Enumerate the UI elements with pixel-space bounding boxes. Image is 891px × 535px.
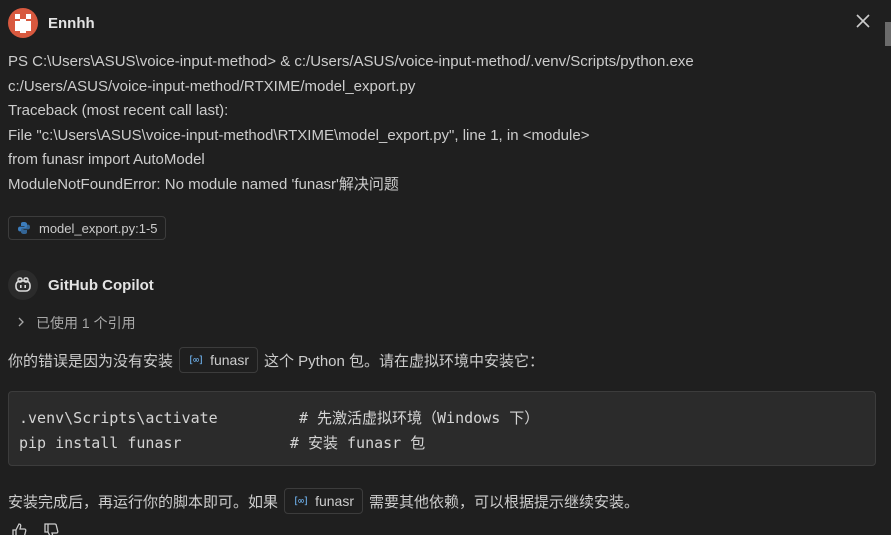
- message-line: Traceback (most recent call last):: [8, 102, 229, 119]
- used-references-label: 已使用 1 个引用: [36, 315, 136, 331]
- scrollbar-thumb[interactable]: [885, 22, 891, 46]
- user-message-body: PS C:\Users\ASUS\voice-input-method> & c…: [8, 50, 868, 197]
- user-avatar[interactable]: [8, 8, 38, 38]
- user-message-header: Ennhh: [8, 8, 95, 38]
- python-file-icon: [17, 221, 31, 235]
- symbol-reference-chip[interactable]: [∞] funasr: [179, 347, 258, 373]
- symbol-reference-chip[interactable]: [∞] funasr: [284, 488, 363, 514]
- message-line: from funasr import AutoModel: [8, 151, 205, 168]
- answer-paragraph: 你的错误是因为没有安装 [∞] funasr 这个 Python 包。请在虚拟环…: [8, 347, 544, 373]
- file-reference-label: model_export.py:1-5: [39, 220, 158, 236]
- chat-panel: Ennhh PS C:\Users\ASUS\voice-input-metho…: [0, 0, 891, 535]
- copilot-message-header: GitHub Copilot: [8, 270, 154, 300]
- symbol-icon: [∞]: [293, 495, 309, 507]
- answer-text: 这个 Python 包。请在虚拟环境中安装它：: [264, 352, 545, 370]
- message-line: File "c:\Users\ASUS\voice-input-method\R…: [8, 126, 590, 144]
- close-icon[interactable]: [853, 12, 873, 32]
- message-line: PS C:\Users\ASUS\voice-input-method> & c…: [8, 53, 694, 70]
- feedback-row: [10, 522, 60, 535]
- thumbs-up-icon[interactable]: [10, 522, 28, 535]
- answer-text: 你的错误是因为没有安装: [8, 352, 174, 370]
- file-reference-chip[interactable]: model_export.py:1-5: [8, 216, 166, 240]
- chevron-right-icon: [14, 316, 28, 330]
- symbol-reference-label: funasr: [315, 493, 354, 509]
- user-name: Ennhh: [48, 14, 95, 32]
- answer-text: 安装完成后，再运行你的脚本即可。如果: [8, 493, 279, 511]
- copilot-icon: [8, 270, 38, 300]
- symbol-icon: [∞]: [188, 354, 204, 366]
- used-references-toggle[interactable]: 已使用 1 个引用: [14, 313, 136, 333]
- code-content: .venv\Scripts\activate # 先激活虚拟环境（Windows…: [19, 409, 540, 452]
- symbol-reference-label: funasr: [210, 352, 249, 368]
- answer-text: 需要其他依赖，可以根据提示继续安装。: [369, 493, 640, 511]
- thumbs-down-icon[interactable]: [42, 522, 60, 535]
- answer-paragraph: 安装完成后，再运行你的脚本即可。如果 [∞] funasr 需要其他依赖，可以根…: [8, 488, 639, 514]
- copilot-name: GitHub Copilot: [48, 276, 154, 294]
- message-line: c:/Users/ASUS/voice-input-method/RTXIME/…: [8, 77, 416, 95]
- message-line: ModuleNotFoundError: No module named 'fu…: [8, 175, 399, 193]
- code-block[interactable]: .venv\Scripts\activate # 先激活虚拟环境（Windows…: [8, 391, 876, 466]
